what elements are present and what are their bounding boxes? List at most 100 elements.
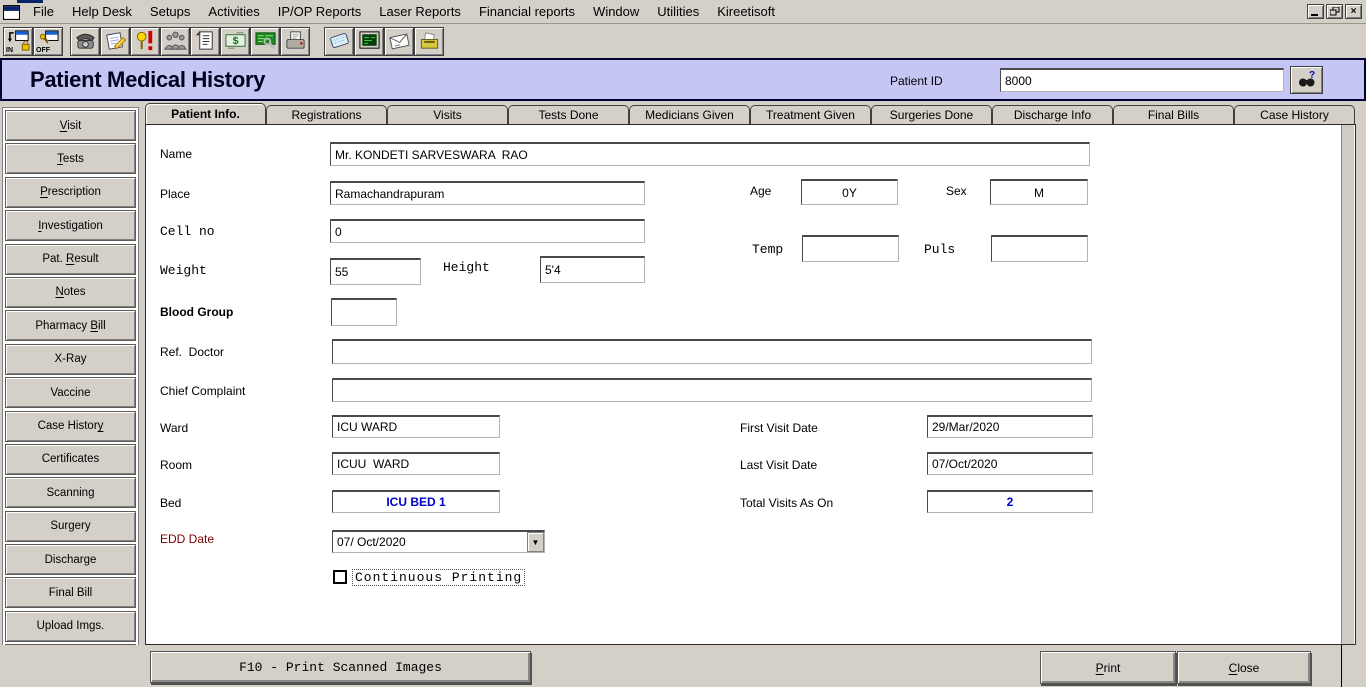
name-input[interactable]: [330, 142, 1090, 166]
tab-surgeries-done[interactable]: Surgeries Done: [871, 105, 992, 124]
toolbar-button-login[interactable]: IN: [3, 27, 33, 56]
chief-complaint-label: Chief Complaint: [160, 384, 245, 398]
cell-no-input[interactable]: [330, 219, 645, 243]
sidebar-item-pat-result[interactable]: Pat. Result: [5, 244, 136, 275]
binoculars-help-icon: ?: [1297, 69, 1317, 92]
menu-setups[interactable]: Setups: [141, 1, 199, 22]
print-scanned-images-button[interactable]: F10 - Print Scanned Images: [150, 651, 531, 683]
sidebar-item-investigation[interactable]: Investigation: [5, 210, 136, 241]
sidebar-item-scanning[interactable]: Scanning: [5, 477, 136, 508]
tab-medicians-given[interactable]: Medicians Given: [629, 105, 750, 124]
tab-treatment-given[interactable]: Treatment Given: [750, 105, 871, 124]
sidebar-item-certificates[interactable]: Certificates: [5, 444, 136, 475]
edd-date-label: EDD Date: [160, 532, 214, 546]
menu-help-desk[interactable]: Help Desk: [63, 1, 141, 22]
sidebar-item-vaccine[interactable]: Vaccine: [5, 377, 136, 408]
sidebar-item-final-bill[interactable]: Final Bill: [5, 577, 136, 608]
height-input[interactable]: [540, 256, 645, 283]
sidebar-item-visit[interactable]: Visit: [5, 110, 136, 141]
print-button[interactable]: Print: [1040, 651, 1176, 684]
puls-label: Puls: [924, 242, 955, 257]
sidebar-item-tests[interactable]: Tests: [5, 143, 136, 174]
menu-laser-reports[interactable]: Laser Reports: [370, 1, 470, 22]
chief-complaint-input[interactable]: [332, 378, 1092, 402]
menu-activities[interactable]: Activities: [199, 1, 268, 22]
tab-discharge-info[interactable]: Discharge Info: [992, 105, 1113, 124]
patient-search-button[interactable]: ?: [1290, 66, 1323, 94]
sidebar-item-case-history[interactable]: Case History: [5, 411, 136, 442]
ward-input[interactable]: [332, 415, 500, 438]
total-visits-input[interactable]: [927, 490, 1093, 513]
puls-input[interactable]: [991, 235, 1088, 262]
sidebar-item-pharmacy-bill[interactable]: Pharmacy Bill: [5, 310, 136, 341]
titlebar-fragment: [17, 0, 43, 3]
room-input[interactable]: [332, 452, 500, 475]
weight-label: Weight: [160, 263, 207, 278]
close-icon[interactable]: ×: [1345, 4, 1362, 19]
minimize-icon[interactable]: [1307, 4, 1324, 19]
restore-icon[interactable]: [1326, 4, 1343, 19]
place-input[interactable]: [330, 181, 645, 205]
menu-utilities[interactable]: Utilities: [648, 1, 708, 22]
toolbar-button-patients[interactable]: [160, 27, 190, 56]
bed-input[interactable]: [332, 490, 500, 513]
tab-tests-done[interactable]: Tests Done: [508, 105, 629, 124]
toolbar-button-note[interactable]: [324, 27, 354, 56]
name-label: Name: [160, 147, 192, 161]
toolbar-button-pushpin-alert[interactable]: [130, 27, 160, 56]
panel-right-strip: [1341, 125, 1354, 644]
last-visit-date-label: Last Visit Date: [740, 458, 817, 472]
blood-group-label: Blood Group: [160, 305, 233, 319]
menu-file[interactable]: File: [24, 1, 63, 22]
monitor-icon: [358, 29, 381, 55]
toolbar-button-mailbox[interactable]: [414, 27, 444, 56]
sidebar-item-prescription[interactable]: Prescription: [5, 177, 136, 208]
toolbar-button-phone[interactable]: [70, 27, 100, 56]
tab-visits[interactable]: Visits: [387, 105, 508, 124]
patients-icon: [164, 29, 187, 55]
tab-registrations[interactable]: Registrations: [266, 105, 387, 124]
sidebar-item-upload-imgs-[interactable]: Upload Imgs.: [5, 611, 136, 642]
last-visit-date-input[interactable]: [927, 452, 1093, 475]
weight-input[interactable]: [330, 258, 421, 285]
patient-id-input[interactable]: [1000, 68, 1284, 92]
mailbox-icon: [418, 29, 441, 55]
menu-financial-reports[interactable]: Financial reports: [470, 1, 584, 22]
toolbar-button-envelope[interactable]: [384, 27, 414, 56]
menu-kireetisoft[interactable]: Kireetisoft: [708, 1, 784, 22]
ref-doctor-input[interactable]: [332, 339, 1092, 364]
envelope-icon: [388, 29, 411, 55]
tab-patient-info-[interactable]: Patient Info.: [145, 103, 266, 124]
continuous-printing-checkbox[interactable]: [333, 570, 347, 584]
temp-input[interactable]: [802, 235, 899, 262]
age-input[interactable]: [801, 179, 898, 205]
sidebar-item-notes[interactable]: Notes: [5, 277, 136, 308]
toolbar-button-logoff[interactable]: OFF: [33, 27, 63, 56]
chevron-down-icon[interactable]: ▼: [527, 532, 544, 552]
tab-strip: Patient Info.RegistrationsVisitsTests Do…: [145, 103, 1356, 124]
toolbar-button-monitor[interactable]: [354, 27, 384, 56]
sex-input[interactable]: [990, 179, 1088, 205]
toolbar-button-notepad[interactable]: [100, 27, 130, 56]
sidebar: VisitTestsPrescriptionInvestigationPat. …: [2, 107, 139, 684]
toolbar-button-fax[interactable]: [280, 27, 310, 56]
sidebar-item-x-ray[interactable]: X-Ray: [5, 344, 136, 375]
toolbar-button-currency[interactable]: $: [220, 27, 250, 56]
tab-case-history[interactable]: Case History: [1234, 105, 1355, 124]
first-visit-date-input[interactable]: [927, 415, 1093, 438]
svg-text:$: $: [232, 34, 238, 46]
blood-group-input[interactable]: [331, 298, 397, 326]
edd-date-combo[interactable]: ▼: [332, 530, 545, 553]
tab-final-bills[interactable]: Final Bills: [1113, 105, 1234, 124]
close-button[interactable]: Close: [1177, 651, 1311, 684]
room-label: Room: [160, 458, 192, 472]
ref-doctor-label: Ref. Doctor: [160, 345, 224, 359]
toolbar-button-tools[interactable]: [250, 27, 280, 56]
sidebar-item-discharge[interactable]: Discharge: [5, 544, 136, 575]
window-icon[interactable]: [3, 5, 20, 20]
edd-date-input[interactable]: [333, 532, 527, 552]
toolbar-button-report[interactable]: [190, 27, 220, 56]
menu-window[interactable]: Window: [584, 1, 648, 22]
sidebar-item-surgery[interactable]: Surgery: [5, 511, 136, 542]
menu-ip-op-reports[interactable]: IP/OP Reports: [269, 1, 371, 22]
